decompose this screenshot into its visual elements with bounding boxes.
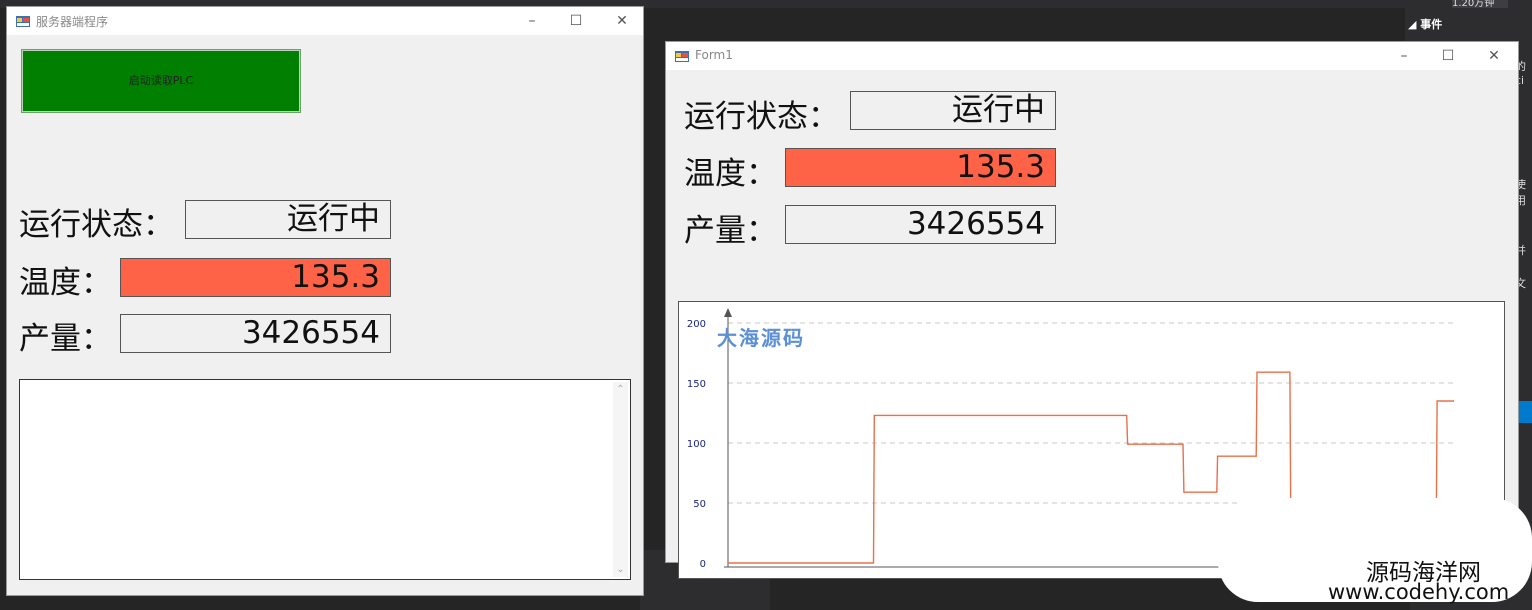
close-icon[interactable]: ✕ bbox=[612, 11, 632, 31]
app-icon bbox=[675, 51, 689, 62]
form1-client-area: 运行状态： 运行中 温度： 135.3 产量： 3426554 0 50 100 15… bbox=[666, 70, 1518, 579]
temperature-label: 温度： bbox=[684, 156, 777, 192]
window-title: Form1 bbox=[695, 48, 733, 62]
output-label: 产量： bbox=[684, 213, 777, 249]
server-client-area: 启动读取PLC 运行状态： 运行中 温度： 135.3 产量： 3426554 … bbox=[7, 35, 643, 595]
output-label: 产量： bbox=[19, 321, 112, 357]
temperature-label: 温度： bbox=[19, 265, 112, 301]
y-axis-arrow-icon bbox=[724, 308, 732, 317]
output-value: 3426554 bbox=[785, 205, 1056, 244]
server-window: 服务器端程序 – ☐ ✕ 启动读取PLC 运行状态： 运行中 温度： 135.3… bbox=[6, 6, 644, 596]
ide-events-header[interactable]: ◢ 事件 bbox=[1408, 16, 1442, 32]
status-value: 运行中 bbox=[850, 91, 1056, 130]
y-tick-label: 0 bbox=[700, 559, 706, 570]
minimize-icon[interactable]: – bbox=[522, 11, 542, 31]
server-titlebar[interactable]: 服务器端程序 – ☐ ✕ bbox=[7, 7, 643, 35]
form1-window: Form1 – ☐ ✕ 运行状态： 运行中 温度： 135.3 产量： 3426… bbox=[665, 41, 1519, 579]
output-value: 3426554 bbox=[120, 314, 391, 353]
start-plc-button[interactable]: 启动读取PLC bbox=[21, 49, 301, 113]
scroll-down-icon[interactable]: ⌄ bbox=[613, 564, 628, 575]
site-watermark-url: www.codehy.com bbox=[1328, 580, 1510, 604]
maximize-icon[interactable]: ☐ bbox=[1438, 46, 1458, 66]
status-label: 运行状态： bbox=[19, 207, 174, 243]
events-label: 事件 bbox=[1420, 18, 1443, 31]
status-value: 运行中 bbox=[185, 200, 391, 239]
y-tick-label: 50 bbox=[693, 499, 706, 510]
app-icon bbox=[16, 16, 30, 27]
ide-blue-marker bbox=[1518, 401, 1532, 423]
y-tick-label: 200 bbox=[687, 319, 706, 330]
log-scrollbar[interactable]: ⌃ ⌄ bbox=[613, 382, 628, 577]
window-title: 服务器端程序 bbox=[36, 15, 109, 29]
temperature-value: 135.3 bbox=[120, 258, 391, 297]
y-tick-label: 150 bbox=[687, 379, 706, 390]
ide-time-pill: 1.20方钟 bbox=[1452, 0, 1508, 9]
y-tick-label: 100 bbox=[687, 439, 706, 450]
maximize-icon[interactable]: ☐ bbox=[566, 11, 586, 31]
status-label: 运行状态： bbox=[684, 99, 839, 135]
close-icon[interactable]: ✕ bbox=[1484, 46, 1504, 66]
log-textbox[interactable]: ⌃ ⌄ bbox=[19, 379, 631, 580]
scroll-up-icon[interactable]: ⌃ bbox=[613, 384, 628, 395]
temperature-value: 135.3 bbox=[785, 148, 1056, 187]
chart-watermark: 大海源码 bbox=[717, 326, 805, 350]
form1-titlebar[interactable]: Form1 – ☐ ✕ bbox=[666, 42, 1518, 70]
minimize-icon[interactable]: – bbox=[1394, 46, 1414, 66]
